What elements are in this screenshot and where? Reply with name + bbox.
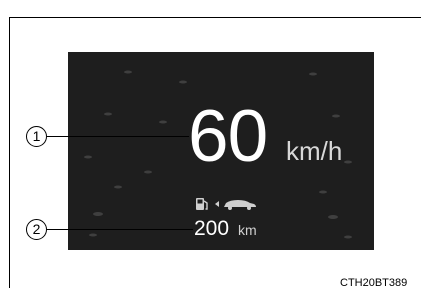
speed-unit: km/h: [286, 136, 343, 166]
callout-2: 2: [26, 219, 47, 240]
callout-1-line: [47, 136, 189, 137]
range-unit: km: [238, 222, 257, 238]
range-icons: [196, 198, 256, 210]
callout-1: 1: [26, 126, 47, 147]
range-value: 200: [194, 217, 230, 240]
car-icon: [224, 200, 256, 210]
meter-display: 60 km/h 200 km: [68, 52, 374, 250]
figure-code: CTH20BT389: [340, 277, 408, 289]
speed-value: 60: [188, 96, 268, 177]
fuel-pump-icon: [196, 198, 208, 210]
callout-2-line: [47, 229, 193, 230]
arrow-left-icon: [215, 201, 219, 207]
